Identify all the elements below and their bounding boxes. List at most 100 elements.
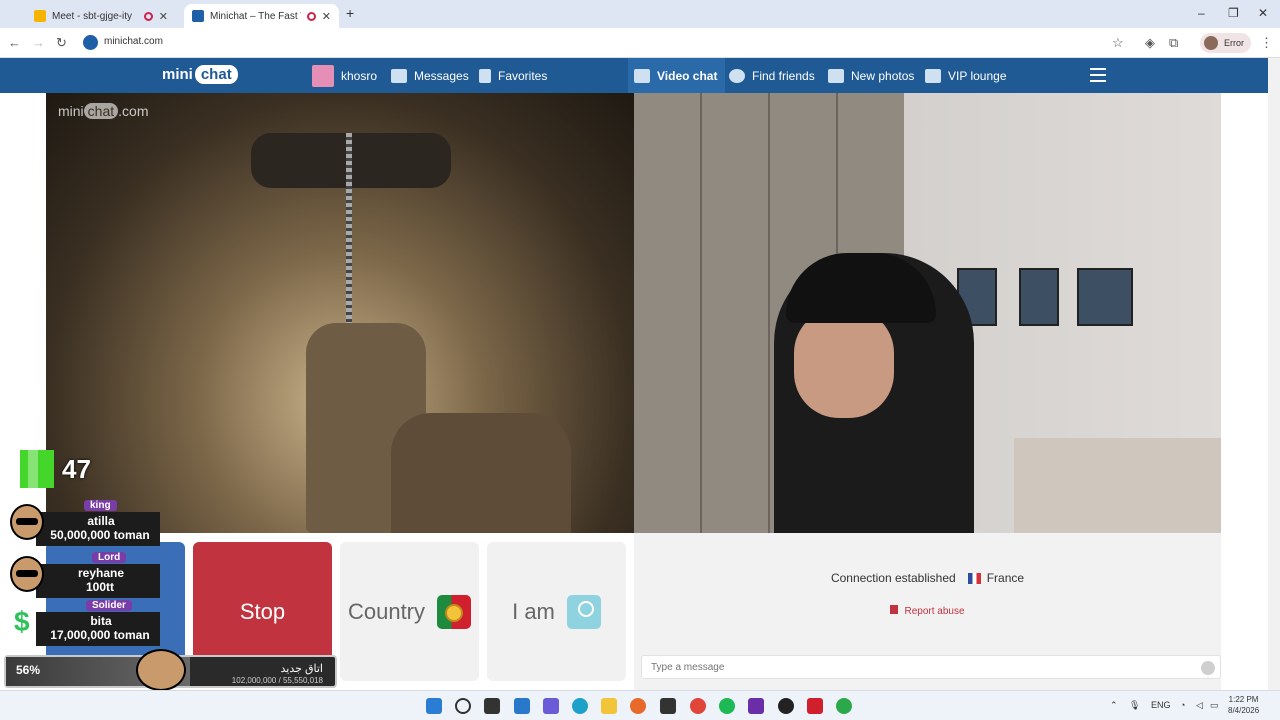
country-label: Country	[347, 598, 426, 624]
iam-label: I am	[512, 598, 555, 624]
self-video	[634, 93, 1221, 533]
connection-text: Connection established	[830, 571, 956, 585]
recording-icon	[306, 11, 316, 21]
profile-label: Error	[1224, 38, 1244, 48]
crown-icon	[925, 68, 941, 83]
video-scene-poster	[1019, 268, 1059, 326]
chrome-profile-icon[interactable]	[836, 698, 852, 714]
microphone-icon[interactable]: 🎙	[1129, 700, 1140, 711]
spotify-icon[interactable]	[719, 698, 735, 714]
avatar	[10, 556, 44, 592]
extensions-icon[interactable]: ⧉	[1169, 35, 1178, 51]
start-menu-icon[interactable]	[426, 698, 442, 714]
close-icon[interactable]: ✕	[159, 10, 168, 23]
recording-icon	[143, 11, 153, 21]
donor-amount: 50,000,000 toman	[50, 528, 150, 542]
language-indicator[interactable]: ENG	[1151, 700, 1171, 710]
url-field[interactable]: minichat.com	[104, 36, 163, 47]
edge-icon[interactable]	[572, 698, 588, 714]
battery-icon[interactable]: ▭	[1210, 700, 1219, 711]
nav-messages-label: Messages	[414, 68, 469, 83]
partner-country: France	[986, 571, 1025, 585]
gender-select-button[interactable]: I am	[487, 542, 626, 681]
nav-vip-lounge[interactable]: VIP lounge	[925, 58, 1007, 93]
task-view-icon[interactable]	[484, 698, 500, 714]
donor-name: reyhane	[77, 566, 125, 580]
stop-label: Stop	[239, 598, 286, 624]
profile-button[interactable]: Error	[1200, 33, 1251, 53]
address-bar: ← → ↻ minichat.com ☆ ◈ ⧉ Error ⋮	[0, 28, 1280, 58]
new-tab-button[interactable]: +	[346, 5, 354, 21]
video-scene-seat	[391, 413, 571, 533]
donor-name: bita	[90, 614, 112, 628]
chrome-icon[interactable]	[690, 698, 706, 714]
minichat-watermark: mini chat .com	[58, 103, 148, 119]
donor-rank: Solider	[86, 600, 132, 611]
tab-meet[interactable]: Meet - sbt-gjge-ity ✕	[26, 4, 176, 28]
volume-icon[interactable]: ◁	[1196, 700, 1203, 711]
site-info-icon[interactable]	[83, 35, 98, 50]
app-icon[interactable]	[807, 698, 823, 714]
taskbar-clock[interactable]: 1:22 PM 8/4/2026	[1228, 694, 1259, 716]
wifi-icon[interactable]: ◔	[1180, 700, 1185, 710]
envelope-icon	[391, 68, 407, 83]
app-icon[interactable]	[778, 698, 794, 714]
store-icon[interactable]	[660, 698, 676, 714]
chat-panel: Connection established France Report abu…	[634, 533, 1221, 690]
firefox-icon[interactable]	[630, 698, 646, 714]
nav-video-chat[interactable]: Video chat	[628, 58, 726, 93]
nav-user-profile[interactable]: khosro	[312, 58, 377, 93]
chat-app-icon[interactable]	[543, 698, 559, 714]
site-navigation: mini chat khosro Messages Favorites Video…	[0, 58, 1268, 93]
minichat-logo[interactable]: mini chat	[162, 65, 238, 84]
nav-favorites-label: Favorites	[498, 68, 548, 83]
donor-amount: 100tt	[85, 580, 114, 594]
viewer-count: 47	[62, 454, 91, 484]
nav-new-photos[interactable]: New photos	[828, 58, 914, 93]
windows-taskbar: ⌃ 🎙 ENG ◔ ◁ ▭ 1:22 PM 8/4/2026	[0, 690, 1280, 720]
page-scrollbar[interactable]	[1268, 58, 1280, 690]
country-filter-button[interactable]: Country	[340, 542, 479, 681]
shield-icon[interactable]: ◈	[1145, 35, 1155, 51]
maximize-button[interactable]: ❐	[1228, 6, 1239, 20]
emoji-icon[interactable]	[1201, 661, 1215, 675]
app-r-icon[interactable]	[748, 698, 764, 714]
nav-find-friends-label: Find friends	[752, 68, 815, 83]
close-window-button[interactable]: ✕	[1258, 6, 1268, 20]
donor-card-king: king atilla 50,000,000 toman	[6, 500, 160, 546]
tab-minichat[interactable]: Minichat – The Fast Video C ✕	[184, 4, 339, 28]
nav-messages[interactable]: Messages	[391, 58, 469, 93]
file-explorer-icon[interactable]	[601, 698, 617, 714]
video-scene-face	[794, 308, 894, 418]
nav-find-friends[interactable]: Find friends	[729, 58, 815, 93]
nav-favorites[interactable]: Favorites	[479, 58, 547, 93]
report-abuse-link[interactable]: Report abuse	[634, 605, 1221, 617]
widgets-icon[interactable]	[514, 698, 530, 714]
minimize-button[interactable]: –	[1198, 6, 1205, 20]
menu-dots-icon[interactable]: ⋮	[1260, 35, 1273, 51]
donation-goal-widget: 56% اتاق جدید 102,000,000 / 55,550,018	[4, 649, 337, 691]
back-icon[interactable]: ←	[8, 35, 21, 50]
reload-icon[interactable]: ↻	[56, 35, 67, 51]
nav-user-label: khosro	[341, 68, 378, 83]
donor-rank: Lord	[92, 552, 127, 563]
donor-card-solider: $ Solider bita 17,000,000 toman	[6, 600, 160, 646]
donor-amount: 17,000,000 toman	[50, 628, 150, 642]
donor-card-lord: Lord reyhane 100tt	[6, 552, 160, 598]
user-avatar-icon	[312, 64, 334, 87]
report-label: Report abuse	[904, 606, 965, 617]
search-icon[interactable]	[455, 698, 471, 714]
bookmark-star-icon[interactable]: ☆	[1112, 35, 1124, 51]
browser-tab-bar: Meet - sbt-gjge-ity ✕ Minichat – The Fas…	[0, 0, 1280, 28]
close-icon[interactable]: ✕	[322, 10, 331, 23]
france-flag-icon	[967, 572, 981, 584]
nav-new-photos-label: New photos	[851, 68, 915, 83]
meet-icon	[34, 10, 46, 22]
hamburger-menu-icon[interactable]	[1090, 68, 1106, 82]
video-scene-rug	[1014, 438, 1221, 533]
forward-icon[interactable]: →	[32, 35, 45, 50]
avatar	[136, 649, 186, 691]
kick-logo-icon	[20, 450, 54, 488]
chevron-up-icon[interactable]: ⌃	[1110, 700, 1118, 711]
message-input[interactable]	[641, 655, 1221, 679]
